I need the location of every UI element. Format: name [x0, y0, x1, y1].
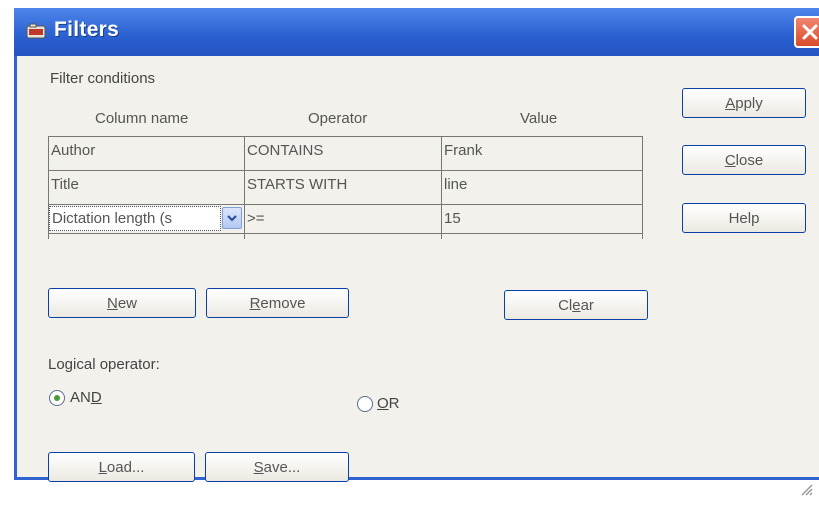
cell-column-name[interactable]: Title	[48, 171, 79, 199]
save-label-rest: ave...	[263, 458, 301, 476]
grid-line	[244, 136, 245, 239]
apply-label-accesskey: A	[725, 94, 736, 112]
clear-label-accesskey: e	[572, 296, 581, 314]
column-name-combobox[interactable]: Dictation length (s	[49, 206, 221, 231]
combobox-dropdown-button[interactable]	[222, 207, 242, 229]
column-header-value[interactable]: Value	[520, 110, 557, 127]
table-row[interactable]: Dictation length (s >= 15	[48, 204, 643, 234]
filter-conditions-label: Filter conditions	[50, 70, 156, 87]
app-icon	[26, 23, 46, 39]
help-button[interactable]: Help	[682, 203, 806, 233]
cell-operator[interactable]: >=	[244, 205, 265, 233]
new-label-accesskey: N	[106, 294, 118, 312]
clear-label-prefix: Cl	[558, 296, 573, 314]
title-bar[interactable]: Filters	[14, 8, 819, 56]
remove-label-rest: emove	[260, 294, 306, 312]
cell-value[interactable]: line	[441, 171, 467, 199]
new-button[interactable]: New	[48, 288, 196, 318]
and-label-prefix: AN	[70, 389, 91, 406]
logical-operator-label: Logical operator:	[48, 356, 160, 373]
cell-column-name[interactable]: Author	[48, 137, 95, 165]
filter-conditions-grid: Column name Operator Value Author CONTAI…	[48, 100, 643, 262]
cell-operator[interactable]: STARTS WITH	[244, 171, 347, 199]
load-button[interactable]: Load...	[48, 452, 195, 482]
close-icon	[802, 24, 818, 40]
column-header-column-name[interactable]: Column name	[95, 110, 188, 127]
apply-button[interactable]: Apply	[682, 88, 806, 118]
remove-label-accesskey: R	[249, 294, 261, 312]
load-label-accesskey: L	[98, 458, 107, 476]
column-header-operator[interactable]: Operator	[308, 110, 367, 127]
grid-line	[441, 136, 442, 239]
save-button[interactable]: Save...	[205, 452, 349, 482]
grid-line	[642, 136, 643, 239]
close-label-accesskey: C	[724, 151, 736, 169]
or-radio[interactable]	[357, 396, 373, 412]
clear-button[interactable]: Cl e ar	[504, 290, 648, 320]
clear-label-rest: ar	[580, 296, 594, 314]
cell-operator[interactable]: CONTAINS	[244, 137, 323, 165]
or-radio-label[interactable]: OR	[377, 395, 400, 412]
remove-button[interactable]: Remove	[206, 288, 349, 318]
close-label-rest: lose	[735, 151, 764, 169]
and-radio[interactable]	[49, 390, 65, 406]
grid-line	[48, 136, 49, 239]
load-label-rest: oad...	[106, 458, 145, 476]
new-label-rest: ew	[117, 294, 138, 312]
close-window-button[interactable]	[794, 16, 819, 48]
chevron-down-icon	[227, 215, 237, 222]
table-row[interactable]: Title STARTS WITH line	[48, 170, 643, 199]
apply-label-rest: pply	[735, 94, 763, 112]
resize-grip-icon[interactable]	[799, 482, 813, 496]
save-label-accesskey: S	[253, 458, 264, 476]
close-button[interactable]: Close	[682, 145, 806, 175]
table-row[interactable]: Author CONTAINS Frank	[48, 136, 643, 165]
cell-value[interactable]: Frank	[441, 137, 482, 165]
radio-selected-dot	[54, 395, 60, 401]
and-radio-label[interactable]: AND	[70, 389, 102, 406]
or-label-rest: R	[388, 395, 400, 412]
cell-value[interactable]: 15	[441, 205, 461, 233]
help-label: Help	[728, 209, 760, 227]
window-title: Filters	[54, 18, 120, 41]
and-label-accesskey: D	[90, 389, 102, 406]
or-label-accesskey: O	[377, 395, 389, 412]
